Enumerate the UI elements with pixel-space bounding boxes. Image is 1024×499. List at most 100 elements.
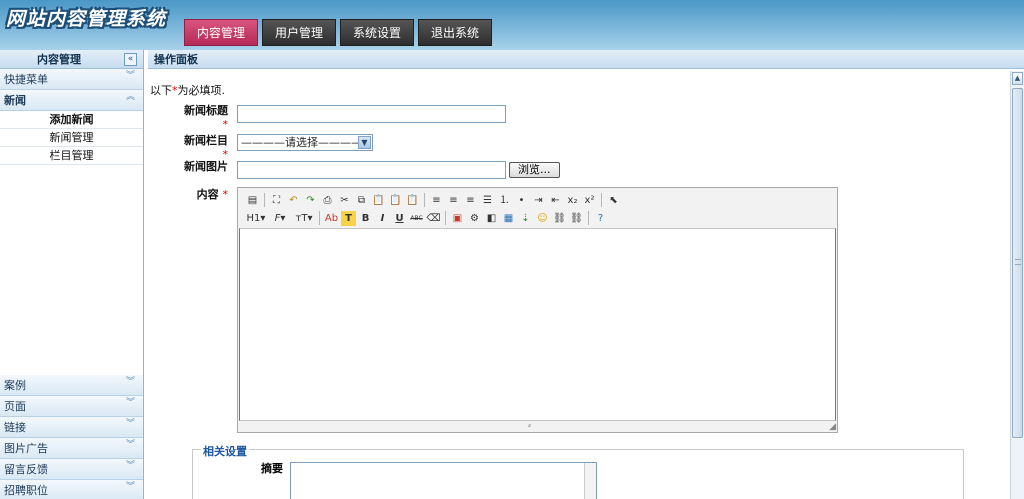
indent-icon[interactable]: ⇥ [531,193,546,208]
sidebar-menu-feedback[interactable]: 留言反馈 ︾ [0,459,143,480]
sidebar-subitem-category-manage[interactable]: 栏目管理 [0,147,143,165]
editor-toolbar-row-1: ▤ ⛶ ↶ ↷ ⎙ ✂ ⧉ 📋 📋 📋 ≡ ≡ ≡ ☰ ⒈ • ⇥ ⇤ x₂ x… [245,191,621,209]
subscript-icon[interactable]: x₂ [565,193,580,208]
source-icon[interactable]: ▤ [245,193,260,208]
emoticon-icon[interactable]: ☺ [535,211,550,226]
sidebar-menu-label: 案例 [4,379,26,392]
font-family-dropdown[interactable]: F▾ [269,211,291,226]
note-suffix: 为必填项. [177,84,226,97]
toolbar-separator [588,211,589,225]
sidebar-header: 内容管理 « [0,50,143,69]
chevron-double-up-icon: ︽ [125,92,135,102]
font-size-dropdown[interactable]: тT▾ [293,211,315,226]
required-mark: * [222,118,229,131]
nav-tab-content[interactable]: 内容管理 [184,19,259,46]
undo-icon[interactable]: ↶ [286,193,301,208]
justify-icon[interactable]: ☰ [480,193,495,208]
summary-textarea[interactable] [290,462,597,499]
sidebar-menu-links[interactable]: 链接 ︾ [0,417,143,438]
collapse-sidebar-icon[interactable]: « [124,53,137,66]
toolbar-separator [601,193,602,207]
superscript-icon[interactable]: x² [582,193,597,208]
editor-content-area[interactable] [239,228,836,421]
insert-media-icon[interactable]: ◧ [484,211,499,226]
news-title-input[interactable] [237,105,506,123]
ordered-list-icon[interactable]: ⒈ [497,193,512,208]
related-settings-fieldset: 相关设置 摘要 [192,443,964,499]
insert-hr-icon[interactable]: ⇣ [518,211,533,226]
sidebar-menu-label: 新闻 [4,94,26,107]
sidebar-menu-label: 链接 [4,421,26,434]
select-all-icon[interactable]: ⬉ [606,193,621,208]
chevron-double-down-icon: ︾ [125,461,135,471]
unlink-icon[interactable]: ⛓ [569,211,584,226]
label-text: 内容 [196,188,219,201]
required-mark: * [222,188,229,201]
sidebar-menu-shortcuts[interactable]: 快捷菜单 ︾ [0,69,143,90]
copy-icon[interactable]: ⧉ [354,193,369,208]
nav-tab-settings[interactable]: 系统设置 [340,19,415,46]
sidebar-menu-jobs[interactable]: 招聘职位 ︾ [0,480,143,499]
heading-dropdown[interactable]: H1▾ [245,211,267,226]
sidebar-menu-label: 快捷菜单 [4,73,48,86]
paste-text-icon[interactable]: 📋 [388,193,403,208]
italic-button[interactable]: I [375,211,390,226]
link-icon[interactable]: ⛓ [552,211,567,226]
insert-flash-icon[interactable]: ⚙ [467,211,482,226]
chevron-double-down-icon: ︾ [125,71,135,81]
sidebar-menu-news[interactable]: 新闻 ︽ [0,90,143,111]
panel-title: 操作面板 [148,50,1024,69]
insert-table-icon[interactable]: ▦ [501,211,516,226]
paste-word-icon[interactable]: 📋 [405,193,420,208]
insert-image-icon[interactable]: ▣ [450,211,465,226]
remove-format-icon[interactable]: ⌫ [426,211,441,226]
sidebar-menu-pages[interactable]: 页面 ︾ [0,396,143,417]
sidebar-menu-label: 页面 [4,400,26,413]
resize-handle-icon[interactable]: ⸗ [528,420,531,431]
browse-button[interactable]: 浏览... [509,162,560,178]
rich-text-editor: ▤ ⛶ ↶ ↷ ⎙ ✂ ⧉ 📋 📋 📋 ≡ ≡ ≡ ☰ ⒈ • ⇥ ⇤ x₂ x… [237,187,838,433]
align-right-icon[interactable]: ≡ [463,193,478,208]
preview-icon[interactable]: ⛶ [269,193,284,208]
sidebar-menu-label: 图片广告 [4,442,48,455]
scroll-up-icon[interactable]: ▲ [1012,72,1023,85]
cut-icon[interactable]: ✂ [337,193,352,208]
page-scrollbar[interactable]: ▲ [1010,71,1024,499]
required-note: 以下*为必填项. [150,82,225,98]
news-image-label: 新闻图片 [184,160,228,173]
related-settings-legend: 相关设置 [201,443,249,459]
sidebar-subitem-add-news[interactable]: 添加新闻 [0,111,143,129]
site-logo: 网站内容管理系统 [6,8,167,30]
font-color-button[interactable]: Ab [324,211,339,226]
chevron-double-down-icon: ︾ [125,419,135,429]
strikethrough-button[interactable]: ABC [409,211,424,226]
outdent-icon[interactable]: ⇤ [548,193,563,208]
underline-button[interactable]: U [392,211,407,226]
summary-scrollbar[interactable] [584,463,596,499]
toolbar-separator [445,211,446,225]
redo-icon[interactable]: ↷ [303,193,318,208]
chevron-down-icon[interactable]: ▼ [358,136,371,149]
highlight-button[interactable]: T [341,210,356,226]
help-icon[interactable]: ? [593,211,608,226]
nav-tab-users[interactable]: 用户管理 [262,19,337,46]
unordered-list-icon[interactable]: • [514,193,529,208]
main-panel: 操作面板 以下*为必填项. 新闻标题 * 新闻栏目 * ————请选择———— … [148,50,1024,499]
nav-tab-logout[interactable]: 退出系统 [418,19,493,46]
sidebar-subitem-news-manage[interactable]: 新闻管理 [0,129,143,147]
corner-resize-icon[interactable]: ◢ [829,422,836,432]
sidebar-menu-cases[interactable]: 案例 ︾ [0,375,143,396]
chevron-double-down-icon: ︾ [125,377,135,387]
sidebar-menu-image-ads[interactable]: 图片广告 ︾ [0,438,143,459]
top-nav: 内容管理 用户管理 系统设置 退出系统 [184,19,493,46]
news-category-select[interactable]: ————请选择———— ▼ [237,134,373,151]
scroll-thumb[interactable] [1012,88,1023,438]
chevron-double-down-icon: ︾ [125,398,135,408]
bold-button[interactable]: B [358,211,373,226]
align-left-icon[interactable]: ≡ [429,193,444,208]
note-prefix: 以下 [150,84,172,97]
align-center-icon[interactable]: ≡ [446,193,461,208]
paste-icon[interactable]: 📋 [371,193,386,208]
print-icon[interactable]: ⎙ [320,193,335,208]
news-image-input[interactable] [237,161,506,179]
